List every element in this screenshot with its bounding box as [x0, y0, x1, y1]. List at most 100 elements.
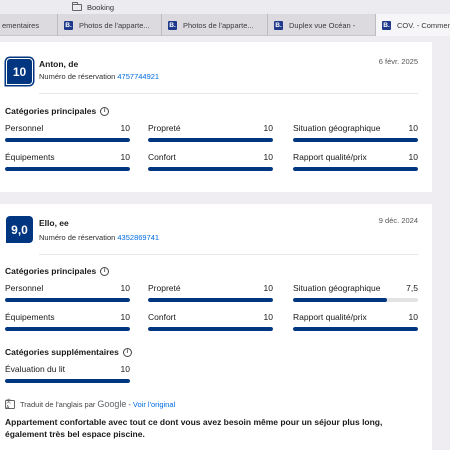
category-bar [5, 138, 130, 142]
category-value: 10 [263, 152, 273, 162]
category-value: 10 [120, 283, 130, 293]
category-bar [293, 298, 418, 302]
review-date: 9 déc. 2024 [378, 216, 418, 225]
category-bar [293, 167, 418, 171]
browser-tab-strip: ementaires B. Photos de l'apparte... B. … [0, 14, 450, 36]
reservation-label: Numéro de réservation [39, 233, 116, 242]
translation-notice: 文A Traduit de l'anglais par Google - Voi… [5, 399, 175, 411]
category-personnel: Personnel 10 [5, 283, 130, 302]
category-bar-fill [148, 167, 273, 171]
main-categories-title: Catégories principales i [5, 106, 110, 116]
bookmark-folder-booking[interactable]: Booking [72, 1, 115, 12]
category-proprete: Propreté 10 [148, 283, 273, 302]
category-value: 10 [120, 364, 130, 374]
category-bar-fill [5, 298, 130, 302]
browser-tab-5-active[interactable]: B. COV. - Commentai [376, 14, 450, 36]
category-label: Rapport qualité/prix [293, 312, 367, 322]
category-proprete: Propreté 10 [148, 123, 273, 142]
category-bar-fill [148, 298, 273, 302]
translation-prefix: Traduit de l'anglais par [20, 399, 96, 409]
category-label: Équipements [5, 312, 55, 322]
category-situation: Situation géographique 7,5 [293, 283, 418, 302]
category-bar [5, 379, 130, 383]
review-score-badge: 9,0 [6, 216, 33, 243]
category-bar [5, 167, 130, 171]
folder-icon [72, 1, 82, 11]
bookmarks-bar: Booking [0, 0, 450, 14]
bookmark-folder-label: Booking [87, 2, 115, 12]
category-rapport: Rapport qualité/prix 10 [293, 152, 418, 171]
view-original-link[interactable]: Voir l'original [133, 400, 175, 409]
browser-tab-2[interactable]: B. Photos de l'apparte... [58, 14, 162, 36]
category-bar-fill [293, 138, 418, 142]
category-value: 10 [263, 283, 273, 293]
booking-favicon-icon: B. [274, 20, 283, 30]
category-value: 7,5 [406, 283, 418, 293]
category-confort: Confort 10 [148, 152, 273, 171]
info-icon[interactable]: i [100, 266, 110, 276]
category-bar-fill [293, 298, 387, 302]
category-label: Équipements [5, 152, 55, 162]
reservation-number: Numéro de réservation 4352869741 [39, 233, 159, 242]
reservation-number-link[interactable]: 4757744921 [117, 72, 159, 81]
section-title-text: Catégories principales [5, 266, 97, 276]
category-bar [148, 167, 273, 171]
tab-title: Photos de l'apparte... [183, 20, 254, 30]
booking-favicon-icon: B. [64, 20, 73, 30]
category-evaluation-lit: Évaluation du lit 10 [5, 364, 130, 383]
category-bar [148, 138, 273, 142]
category-bar [5, 327, 130, 331]
browser-tab-4[interactable]: B. Duplex vue Océan - [268, 14, 376, 36]
browser-tab-1[interactable]: ementaires [0, 14, 58, 36]
category-value: 10 [263, 123, 273, 133]
category-label: Confort [148, 312, 176, 322]
review-text: Appartement confortable avec tout ce don… [5, 417, 383, 439]
category-equipements: Équipements 10 [5, 152, 130, 171]
category-bar-fill [5, 327, 130, 331]
tab-title: Photos de l'apparte... [79, 20, 150, 30]
extra-categories-title: Catégories supplémentaires i [5, 347, 132, 357]
tab-title: ementaires [2, 20, 40, 30]
category-bar-fill [5, 138, 130, 142]
category-label: Rapport qualité/prix [293, 152, 367, 162]
info-icon[interactable]: i [122, 347, 132, 357]
translate-icon: 文A [5, 399, 15, 411]
category-bar-fill [293, 167, 418, 171]
reservation-number-link[interactable]: 4352869741 [117, 233, 159, 242]
category-bar [293, 327, 418, 331]
review-score-badge: 10 [6, 58, 33, 85]
category-label: Personnel [5, 123, 44, 133]
google-logo: Google [97, 399, 127, 409]
category-label: Propreté [148, 283, 181, 293]
reservation-label: Numéro de réservation [39, 72, 116, 81]
category-label: Situation géographique [293, 123, 381, 133]
booking-favicon-icon: B. [168, 20, 177, 30]
category-rapport: Rapport qualité/prix 10 [293, 312, 418, 331]
category-bar-fill [148, 327, 273, 331]
info-icon[interactable]: i [100, 106, 110, 116]
category-bar-fill [148, 138, 273, 142]
category-value: 10 [408, 312, 418, 322]
translation-separator: - [128, 399, 131, 409]
category-confort: Confort 10 [148, 312, 273, 331]
category-label: Évaluation du lit [5, 364, 66, 374]
tab-title: COV. - Commentai [397, 20, 450, 30]
category-bar-fill [293, 327, 418, 331]
booking-favicon-icon: B. [382, 20, 391, 30]
category-label: Confort [148, 152, 176, 162]
category-bar [148, 298, 273, 302]
review-card: 10 Anton, de Numéro de réservation 47577… [0, 42, 432, 192]
category-equipements: Équipements 10 [5, 312, 130, 331]
category-situation: Situation géographique 10 [293, 123, 418, 142]
category-bar [148, 327, 273, 331]
category-value: 10 [408, 123, 418, 133]
category-bar-fill [5, 379, 130, 383]
category-label: Propreté [148, 123, 181, 133]
category-value: 10 [263, 312, 273, 322]
category-value: 10 [120, 312, 130, 322]
browser-tab-3[interactable]: B. Photos de l'apparte... [162, 14, 268, 36]
category-personnel: Personnel 10 [5, 123, 130, 142]
divider [39, 93, 418, 94]
category-value: 10 [408, 152, 418, 162]
section-title-text: Catégories principales [5, 106, 97, 116]
